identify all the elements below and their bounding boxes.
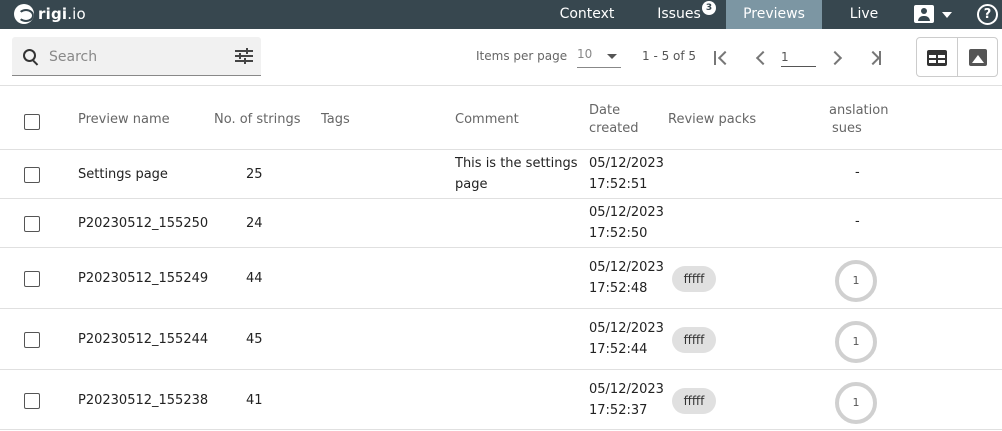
image-view-icon[interactable]: [969, 49, 987, 66]
comment-line: page: [455, 177, 488, 192]
preview-name[interactable]: P20230512_155244: [78, 329, 208, 350]
issue-count-ring[interactable]: 1: [835, 382, 877, 424]
last-page-icon[interactable]: [865, 50, 883, 66]
select-all-checkbox[interactable]: [24, 114, 40, 130]
date-created: 05/12/2023 17:52:51: [589, 153, 664, 195]
header-date-line1: Date: [589, 103, 621, 118]
string-count: 25: [246, 167, 263, 182]
page-number-input[interactable]: [781, 47, 816, 67]
row-checkbox[interactable]: [24, 332, 40, 348]
date: 05/12/2023: [589, 321, 664, 336]
header-date-created[interactable]: Date created: [589, 102, 639, 138]
previous-page-icon[interactable]: [753, 50, 771, 66]
issue-count: -: [855, 165, 860, 180]
items-per-page-value: 10: [577, 47, 593, 61]
date: 05/12/2023: [589, 382, 664, 397]
string-count: 41: [246, 393, 263, 408]
time: 17:52:51: [589, 177, 648, 192]
date: 05/12/2023: [589, 205, 664, 220]
comment: This is the settings page: [455, 153, 578, 195]
string-count: 45: [246, 332, 263, 347]
time: 17:52:50: [589, 226, 648, 241]
header-preview-name[interactable]: Preview name: [78, 111, 170, 129]
logo-name: rigi: [38, 5, 68, 23]
row-checkbox[interactable]: [24, 216, 40, 232]
top-nav-bar: rigi.io Context Issues 3 Previews Live ?: [0, 0, 1002, 29]
issue-count: -: [855, 214, 860, 229]
time: 17:52:48: [589, 281, 648, 296]
issue-count-ring[interactable]: 1: [835, 260, 877, 302]
header-number-of-strings[interactable]: No. of strings: [214, 111, 300, 129]
nav-issues[interactable]: Issues: [647, 0, 711, 29]
view-toggle: [916, 37, 998, 77]
date: 05/12/2023: [589, 156, 664, 171]
search-input[interactable]: [47, 46, 231, 68]
rigi-logo-icon: [14, 4, 34, 24]
rigi-logo[interactable]: rigi.io: [14, 4, 86, 24]
preview-name[interactable]: P20230512_155238: [78, 390, 208, 411]
items-per-page-label: Items per page: [476, 49, 568, 63]
date-created: 05/12/2023 17:52:48: [589, 257, 664, 299]
first-page-icon[interactable]: [713, 50, 733, 66]
review-pack-chip[interactable]: fffff: [672, 388, 716, 414]
header-issues-line2: sues: [832, 121, 862, 136]
dropdown-arrow-icon: [607, 54, 617, 59]
nav-issues-label: Issues: [657, 6, 701, 22]
header-issues-line1: anslation: [829, 103, 889, 118]
table-view-icon[interactable]: [927, 50, 947, 66]
row-checkbox[interactable]: [24, 271, 40, 287]
row-checkbox[interactable]: [24, 393, 40, 409]
issue-count-ring[interactable]: 1: [835, 321, 877, 363]
time: 17:52:37: [589, 403, 648, 418]
review-pack-chip[interactable]: fffff: [672, 266, 716, 292]
comment-line: This is the settings: [455, 156, 578, 171]
chevron-down-icon[interactable]: [942, 12, 952, 18]
string-count: 24: [246, 216, 263, 231]
review-pack-chip[interactable]: fffff: [672, 327, 716, 353]
preview-name[interactable]: Settings page: [78, 164, 168, 185]
row-checkbox[interactable]: [24, 167, 40, 183]
date: 05/12/2023: [589, 260, 664, 275]
header-comment: Comment: [455, 112, 519, 127]
header-translation-issues[interactable]: anslation sues: [829, 102, 888, 138]
filter-settings-icon[interactable]: [235, 48, 253, 64]
help-icon[interactable]: ?: [977, 4, 998, 25]
header-tags: Tags: [321, 112, 350, 127]
header-review-packs: Review packs: [668, 112, 757, 127]
logo-suffix: .io: [67, 5, 86, 23]
preview-name[interactable]: P20230512_155249: [78, 268, 208, 289]
account-icon[interactable]: [914, 5, 934, 23]
search-box: [12, 37, 261, 76]
pagination-range: 1 - 5 of 5: [642, 49, 697, 63]
header-date-line2: created: [589, 121, 639, 136]
search-icon: [23, 49, 36, 62]
items-per-page-select[interactable]: 10: [577, 47, 621, 68]
date-created: 05/12/2023 17:52:44: [589, 318, 664, 360]
date-created: 05/12/2023 17:52:37: [589, 379, 664, 421]
string-count: 44: [246, 271, 263, 286]
nav-previews[interactable]: Previews: [726, 0, 822, 29]
date-created: 05/12/2023 17:52:50: [589, 202, 664, 244]
time: 17:52:44: [589, 342, 648, 357]
preview-name[interactable]: P20230512_155250: [78, 213, 208, 234]
divider: [0, 85, 1002, 86]
issues-count-badge: 3: [702, 1, 716, 15]
nav-context[interactable]: Context: [548, 0, 626, 29]
next-page-icon[interactable]: [827, 50, 844, 66]
nav-live[interactable]: Live: [838, 0, 890, 29]
